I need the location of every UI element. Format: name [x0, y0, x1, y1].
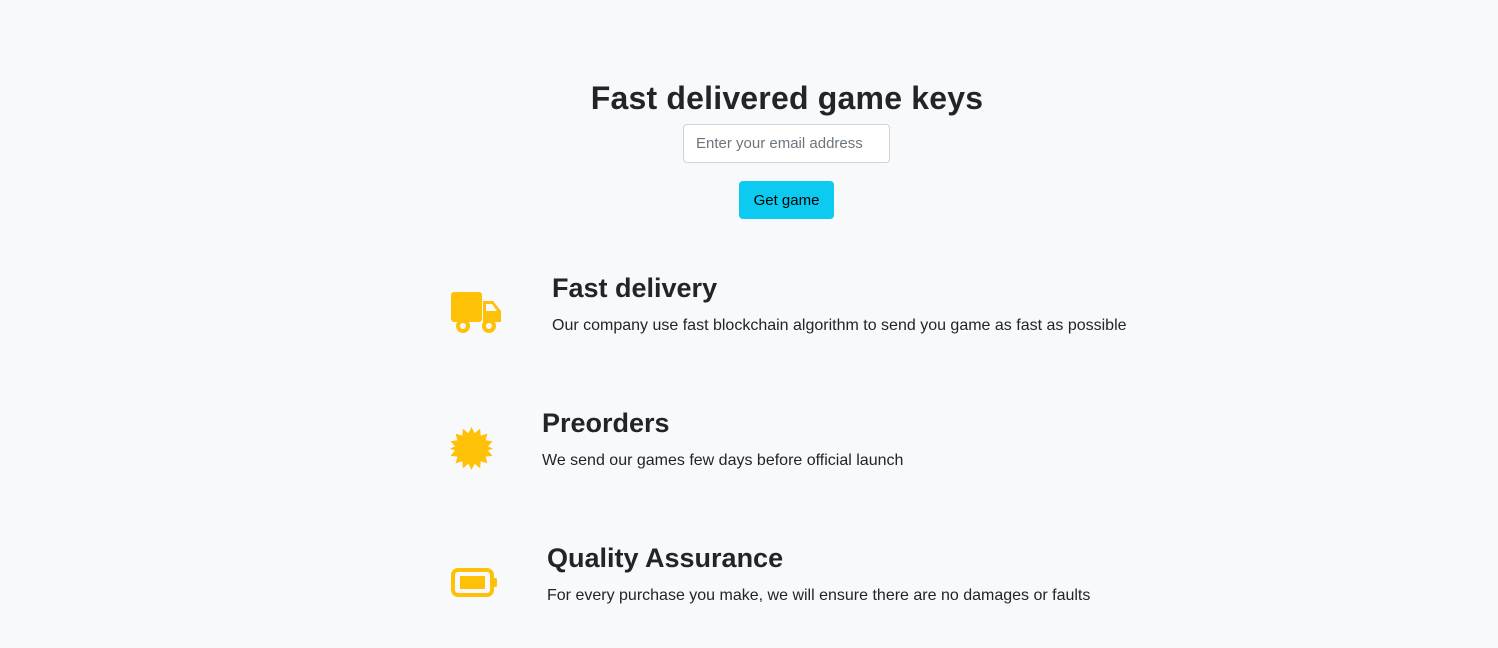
truck-icon: [451, 292, 502, 339]
feature-title: Fast delivery: [552, 273, 718, 303]
hero-title: Fast delivered game keys: [590, 80, 984, 116]
get-game-button[interactable]: Get game: [739, 181, 834, 219]
feature-description: For every purchase you make, we will ens…: [547, 587, 1091, 604]
feature-title: Preorders: [542, 408, 670, 438]
feature-title: Quality Assurance: [547, 543, 784, 573]
feature-description: We send our games few days before offici…: [542, 452, 904, 469]
battery-icon: [451, 568, 498, 602]
page: Fast delivered game keys Get game Fast d…: [0, 0, 1498, 648]
feature-description: Our company use fast blockchain algorith…: [552, 317, 1127, 334]
badge-icon: [450, 427, 493, 475]
email-input[interactable]: [683, 124, 890, 163]
